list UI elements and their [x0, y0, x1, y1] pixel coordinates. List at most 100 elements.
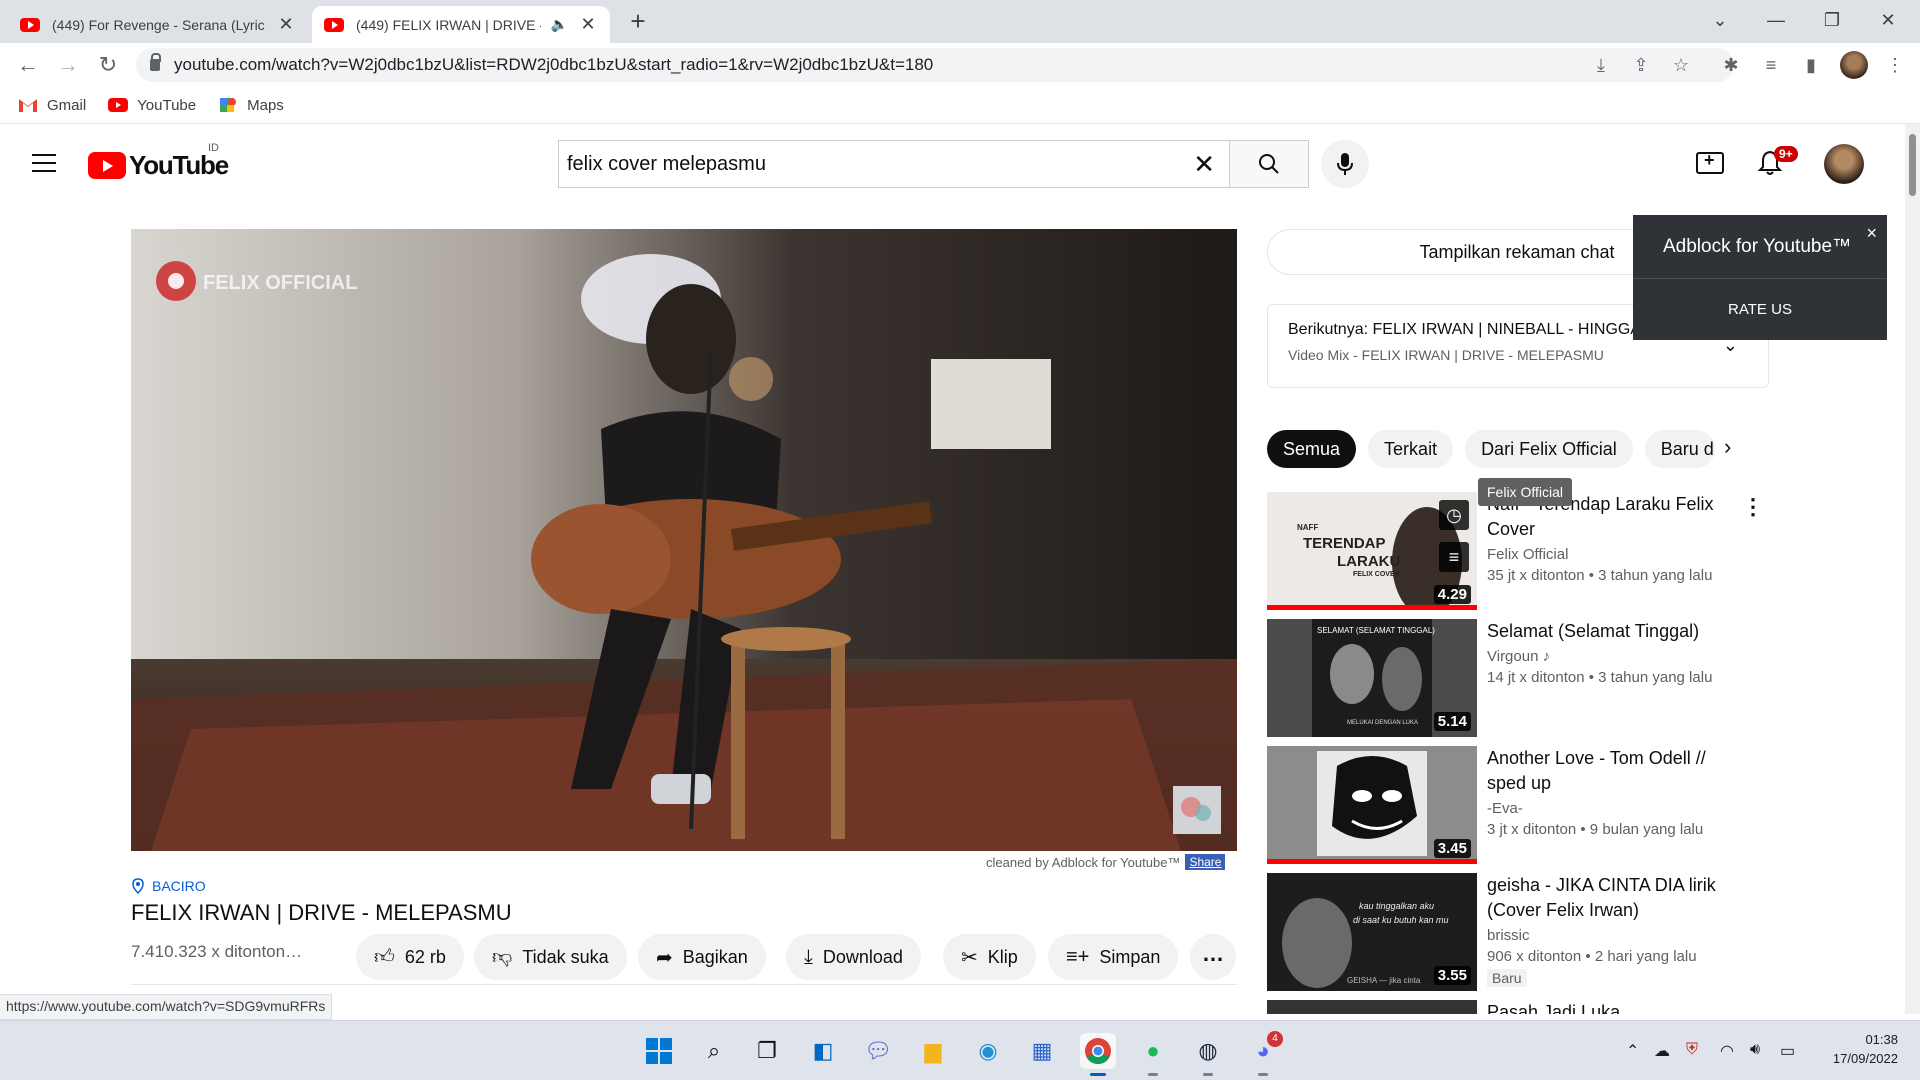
new-tab-button[interactable]: +	[622, 6, 654, 38]
side-panel-icon[interactable]: ▮	[1800, 54, 1822, 76]
address-url[interactable]: youtube.com/watch?v=W2j0dbc1bzU&list=RDW…	[174, 55, 933, 75]
tab-search-chevron-icon[interactable]: ⌄	[1692, 0, 1748, 40]
search-input[interactable]: felix cover melepasmu ✕	[558, 140, 1230, 188]
microphone-icon	[1337, 153, 1353, 175]
like-button[interactable]: 👍︎ 62 rb	[356, 934, 464, 980]
search-query[interactable]: felix cover melepasmu	[567, 153, 766, 176]
view-count[interactable]: 7.410.323 x ditonton…	[131, 942, 302, 962]
account-avatar[interactable]	[1824, 144, 1864, 184]
chrome-icon[interactable]	[1080, 1033, 1116, 1069]
install-app-icon[interactable]: ⤓	[1590, 54, 1612, 76]
spotify-icon[interactable]: ●	[1135, 1033, 1171, 1069]
close-window-icon[interactable]: ✕	[1860, 0, 1916, 40]
filter-chip-bar: Semua Terkait Dari Felix Official Baru d	[1267, 430, 1727, 468]
download-button[interactable]: ⤓ Download	[786, 934, 921, 980]
address-bar[interactable]: youtube.com/watch?v=W2j0dbc1bzU&list=RDW…	[136, 48, 1734, 82]
guide-menu-icon[interactable]	[32, 154, 56, 172]
video-stats: 3 jt x ditonton • 9 bulan yang lalu	[1487, 821, 1704, 838]
show-hidden-icons-chevron-icon[interactable]: ⌃	[1626, 1041, 1639, 1061]
chip-semua[interactable]: Semua	[1267, 430, 1357, 468]
speaker-icon[interactable]: 🔈	[551, 16, 568, 33]
add-to-queue-icon[interactable]: ≡	[1439, 542, 1469, 572]
watch-later-clock-icon[interactable]: ◷	[1439, 500, 1469, 530]
running-indicator	[1203, 1073, 1213, 1076]
channel-name[interactable]: brissic	[1487, 927, 1717, 944]
close-tab-icon[interactable]: ✕	[276, 14, 296, 35]
chevron-right-icon[interactable]: ›	[1724, 434, 1731, 460]
recommendation-item[interactable]: kau tinggalkan aku di saat ku butuh kan …	[1267, 873, 1907, 991]
battery-icon[interactable]: ▭	[1780, 1041, 1795, 1061]
video-thumbnail[interactable]: SELAMAT (SELAMAT TINGGAL) MELUKAI DENGAN…	[1267, 619, 1477, 737]
video-stats: 35 jt x ditonton • 3 tahun yang lalu	[1487, 567, 1713, 584]
browser-tab-for-revenge[interactable]: (449) For Revenge - Serana (Lyric ✕	[8, 6, 308, 43]
browser-profile-avatar[interactable]	[1840, 51, 1868, 79]
channel-name[interactable]: -Eva-	[1487, 800, 1717, 817]
recommendation-title[interactable]: geisha - JIKA CINTA DIA lirik (Cover Fel…	[1487, 873, 1717, 923]
search-icon[interactable]: ⌕	[696, 1033, 732, 1069]
voice-search-button[interactable]	[1321, 140, 1369, 188]
bookmark-maps[interactable]: Maps	[218, 97, 284, 114]
bookmark-gmail[interactable]: Gmail	[18, 97, 86, 114]
bookmark-youtube[interactable]: YouTube	[108, 97, 196, 114]
chip-dari-felix-official[interactable]: Dari Felix Official	[1465, 430, 1633, 468]
search-button[interactable]	[1229, 140, 1309, 188]
share-page-icon[interactable]: ⇪	[1630, 54, 1652, 76]
thumb-text: GEISHA — jika cinta	[1347, 976, 1421, 985]
security-status-icon[interactable]: ⛨	[1686, 1041, 1698, 1059]
media-control-icon[interactable]: ≡	[1760, 54, 1782, 76]
volume-icon[interactable]: 🔊︎	[1750, 1041, 1760, 1059]
chip-terkait[interactable]: Terkait	[1368, 430, 1454, 468]
chip-baru[interactable]: Baru d	[1644, 430, 1715, 468]
browser-menu-icon[interactable]: ⋮	[1884, 54, 1906, 76]
create-video-icon[interactable]	[1696, 150, 1724, 174]
dislike-button[interactable]: 👎︎ Tidak suka	[474, 934, 627, 980]
restore-icon[interactable]: ❐	[1804, 0, 1860, 40]
task-view-icon[interactable]: ❐	[749, 1033, 785, 1069]
more-actions-button[interactable]: …	[1190, 934, 1236, 980]
clear-search-icon[interactable]: ✕	[1193, 149, 1215, 180]
edge-browser-icon[interactable]: ◉	[970, 1033, 1006, 1069]
recommendation-title[interactable]: Pasah Jadi Luka	[1487, 1000, 1717, 1014]
recommendation-item[interactable]: SELAMAT (SELAMAT TINGGAL) MELUKAI DENGAN…	[1267, 619, 1907, 737]
save-button[interactable]: ≡+ Simpan	[1048, 934, 1179, 980]
video-thumbnail[interactable]	[1267, 1000, 1477, 1014]
clip-button[interactable]: ✂ Klip	[943, 934, 1036, 980]
extensions-puzzle-icon[interactable]: ✱	[1720, 54, 1742, 76]
start-windows-icon[interactable]	[641, 1033, 677, 1069]
minimize-icon[interactable]: —	[1748, 0, 1804, 40]
page-scrollbar[interactable]	[1905, 124, 1920, 1014]
browser-tab-felix-irwan[interactable]: (449) FELIX IRWAN | DRIVE - 🔈 ✕	[312, 6, 610, 43]
close-tab-icon[interactable]: ✕	[578, 14, 598, 35]
video-player[interactable]: FELIX OFFICIAL	[131, 229, 1237, 851]
reload-icon[interactable]: ↻	[94, 51, 122, 79]
rate-us-button[interactable]: RATE US	[1633, 279, 1887, 339]
microsoft-store-icon[interactable]: ▦	[1024, 1033, 1060, 1069]
more-options-icon[interactable]: ⋮	[1742, 494, 1764, 520]
video-thumbnail[interactable]: kau tinggalkan aku di saat ku butuh kan …	[1267, 873, 1477, 991]
scrollbar-thumb[interactable]	[1909, 134, 1916, 196]
recommendation-item[interactable]: Pasah Jadi Luka	[1267, 1000, 1907, 1014]
video-thumbnail[interactable]: 3.45	[1267, 746, 1477, 864]
onedrive-cloud-icon[interactable]: ☁	[1654, 1041, 1670, 1061]
recommendation-title[interactable]: Selamat (Selamat Tinggal)	[1487, 619, 1717, 644]
recommendation-item[interactable]: NAFF TERENDAP LARAKU FELIX COVER ◷ ≡ 4.2…	[1267, 492, 1907, 610]
wifi-icon[interactable]: ◠	[1720, 1041, 1734, 1061]
forward-arrow-icon[interactable]: →	[54, 51, 82, 79]
file-explorer-icon[interactable]: ▆	[915, 1033, 951, 1069]
video-thumbnail[interactable]: NAFF TERENDAP LARAKU FELIX COVER ◷ ≡ 4.2…	[1267, 492, 1477, 610]
close-icon[interactable]: ×	[1866, 223, 1877, 244]
share-button[interactable]: ➦ Bagikan	[638, 934, 766, 980]
video-location-link[interactable]: BACIRO	[132, 878, 206, 894]
channel-name[interactable]: Felix Official	[1487, 546, 1717, 563]
system-clock[interactable]: 01:38 17/09/2022	[1808, 1030, 1898, 1068]
back-arrow-icon[interactable]: ←	[14, 51, 42, 79]
adblock-share-button[interactable]: Share	[1185, 854, 1226, 870]
recommendation-item[interactable]: 3.45 Another Love - Tom Odell // sped up…	[1267, 746, 1907, 864]
steam-icon[interactable]: ◍	[1190, 1033, 1226, 1069]
recommendation-title[interactable]: Another Love - Tom Odell // sped up	[1487, 746, 1717, 796]
channel-name[interactable]: Virgoun ♪	[1487, 648, 1717, 665]
widgets-icon[interactable]: ◧	[805, 1033, 841, 1069]
youtube-logo[interactable]: YouTube ID	[88, 142, 229, 181]
bookmark-star-icon[interactable]: ☆	[1670, 54, 1692, 76]
teams-chat-icon[interactable]: 💬︎	[860, 1033, 896, 1069]
